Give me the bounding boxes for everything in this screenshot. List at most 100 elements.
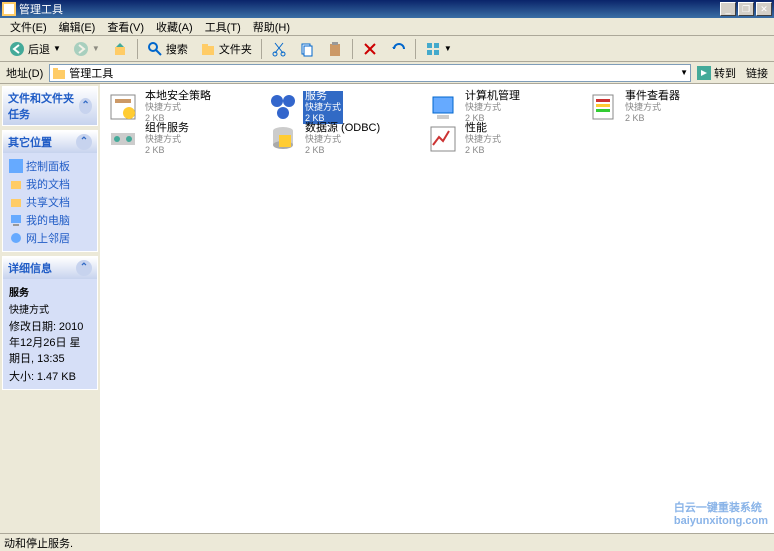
cut-button[interactable] [266, 38, 292, 60]
file-item[interactable]: 本地安全策略快捷方式2 KB [106, 90, 266, 122]
folders-icon [200, 41, 216, 57]
other-places-header[interactable]: 其它位置 ⌃ [3, 131, 97, 153]
window-title: 管理工具 [19, 1, 63, 17]
tasks-panel-title: 文件和文件夹任务 [8, 90, 79, 122]
file-type: 快捷方式 [465, 134, 501, 145]
file-name: 组件服务 [145, 123, 189, 134]
file-name: 事件查看器 [625, 91, 680, 102]
file-item[interactable]: 性能快捷方式2 KB [426, 122, 586, 154]
address-bar: 地址(D) 管理工具 ▼ 转到 链接 [0, 62, 774, 84]
control-panel-icon [9, 159, 23, 173]
menu-edit[interactable]: 编辑(E) [53, 17, 102, 37]
menu-file[interactable]: 文件(E) [4, 17, 53, 37]
link-network[interactable]: 网上邻居 [9, 229, 91, 247]
minimize-button[interactable]: _ [720, 2, 736, 16]
other-places-title: 其它位置 [8, 134, 52, 150]
tasks-panel-header[interactable]: 文件和文件夹任务 ⌃ [3, 87, 97, 125]
file-item[interactable]: 服务快捷方式2 KB [266, 90, 426, 122]
file-type: 快捷方式 [145, 134, 189, 145]
documents-icon [9, 177, 23, 191]
menu-tools[interactable]: 工具(T) [199, 17, 247, 37]
folders-button[interactable]: 文件夹 [195, 38, 257, 60]
file-item[interactable]: 数据源 (ODBC)快捷方式2 KB [266, 122, 426, 154]
chevron-down-icon: ▼ [53, 44, 61, 53]
folder-view[interactable]: 本地安全策略快捷方式2 KB服务快捷方式2 KB计算机管理快捷方式2 KB事件查… [100, 84, 774, 533]
separator [137, 39, 138, 59]
go-button[interactable]: 转到 [693, 65, 740, 81]
watermark: 白云一键重装系统 baiyunxitong.com [674, 499, 768, 527]
services-icon [267, 91, 299, 123]
chevron-up-icon: ⌃ [76, 260, 92, 276]
computer-icon [9, 213, 23, 227]
link-control-panel[interactable]: 控制面板 [9, 157, 91, 175]
chevron-down-icon[interactable]: ▼ [680, 68, 688, 77]
separator [352, 39, 353, 59]
mgmt-icon [427, 91, 459, 123]
watermark-line1: 白云一键重装系统 [674, 499, 768, 515]
address-value: 管理工具 [69, 65, 677, 81]
file-name: 计算机管理 [465, 91, 520, 102]
back-button[interactable]: 后退 ▼ [4, 38, 66, 60]
up-icon [112, 41, 128, 57]
file-item[interactable]: 组件服务快捷方式2 KB [106, 122, 266, 154]
file-name: 本地安全策略 [145, 91, 211, 102]
search-label: 搜索 [166, 41, 188, 57]
file-name: 服务 [305, 91, 341, 102]
chevron-down-icon: ▼ [92, 44, 100, 53]
address-input[interactable]: 管理工具 ▼ [49, 64, 691, 82]
chevron-up-icon: ⌃ [79, 98, 92, 114]
undo-button[interactable] [385, 38, 411, 60]
file-name: 性能 [465, 123, 501, 134]
views-button[interactable]: ▼ [420, 38, 457, 60]
status-bar: 动和停止服务. [0, 533, 774, 551]
file-type: 快捷方式 [305, 102, 341, 113]
forward-button: ▼ [68, 38, 105, 60]
up-button[interactable] [107, 38, 133, 60]
details-type: 快捷方式 [9, 300, 91, 317]
chevron-down-icon: ▼ [444, 44, 452, 53]
file-size: 2 KB [625, 113, 680, 124]
link-my-documents[interactable]: 我的文档 [9, 175, 91, 193]
link-shared-documents[interactable]: 共享文档 [9, 193, 91, 211]
file-item[interactable]: 计算机管理快捷方式2 KB [426, 90, 586, 122]
back-icon [9, 41, 25, 57]
link-label: 共享文档 [26, 194, 70, 210]
network-icon [9, 231, 23, 245]
details-size: 大小: 1.47 KB [9, 367, 91, 385]
search-button[interactable]: 搜索 [142, 38, 193, 60]
watermark-line2: baiyunxitong.com [674, 515, 768, 527]
menu-view[interactable]: 查看(V) [101, 17, 150, 37]
details-header[interactable]: 详细信息 ⌃ [3, 257, 97, 279]
links-label[interactable]: 链接 [742, 65, 772, 81]
menu-favorites[interactable]: 收藏(A) [150, 17, 199, 37]
file-type: 快捷方式 [305, 134, 380, 145]
tasks-panel: 文件和文件夹任务 ⌃ [2, 86, 98, 126]
menu-bar: 文件(E) 编辑(E) 查看(V) 收藏(A) 工具(T) 帮助(H) [0, 18, 774, 36]
file-item[interactable]: 事件查看器快捷方式2 KB [586, 90, 746, 122]
details-name: 服务 [9, 283, 91, 300]
folder-icon [52, 66, 66, 80]
file-size: 2 KB [465, 145, 501, 156]
link-label: 我的文档 [26, 176, 70, 192]
delete-icon [362, 41, 378, 57]
separator [415, 39, 416, 59]
shared-icon [9, 195, 23, 209]
back-label: 后退 [28, 41, 50, 57]
details-title: 详细信息 [8, 260, 52, 276]
other-places-panel: 其它位置 ⌃ 控制面板 我的文档 共享文档 我的电脑 网上邻居 [2, 130, 98, 252]
app-icon [2, 2, 16, 16]
menu-help[interactable]: 帮助(H) [247, 17, 296, 37]
chevron-up-icon: ⌃ [76, 134, 92, 150]
maximize-button[interactable]: ❐ [738, 2, 754, 16]
separator [261, 39, 262, 59]
delete-button[interactable] [357, 38, 383, 60]
link-label: 网上邻居 [26, 230, 70, 246]
paste-button[interactable] [322, 38, 348, 60]
link-my-computer[interactable]: 我的电脑 [9, 211, 91, 229]
link-label: 控制面板 [26, 158, 70, 174]
copy-icon [299, 41, 315, 57]
copy-button[interactable] [294, 38, 320, 60]
go-label: 转到 [714, 65, 736, 81]
close-button[interactable]: ✕ [756, 2, 772, 16]
folders-label: 文件夹 [219, 41, 252, 57]
